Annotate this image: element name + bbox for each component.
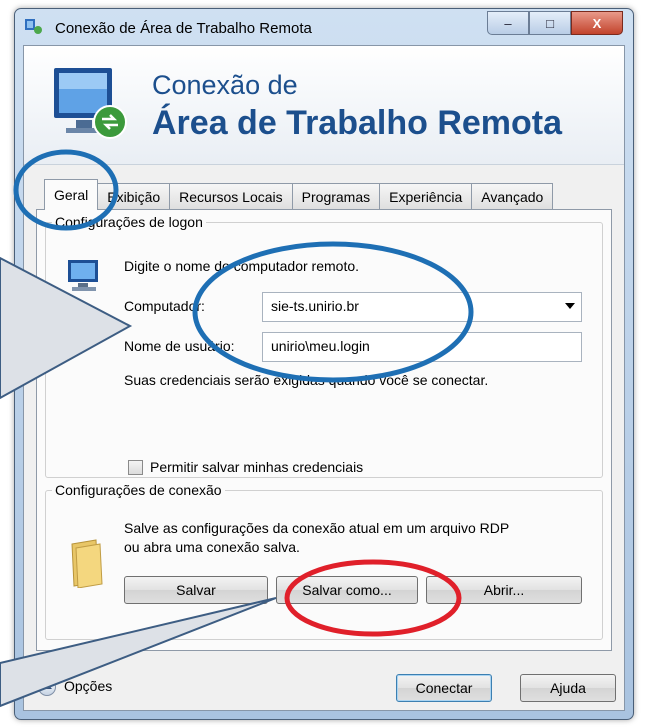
save-as-button[interactable]: Salvar como... bbox=[276, 576, 418, 604]
username-label: Nome de usuário: bbox=[124, 338, 235, 354]
maximize-button[interactable]: □ bbox=[529, 11, 571, 35]
window-title: Conexão de Área de Trabalho Remota bbox=[55, 20, 312, 37]
tab-avancado[interactable]: Avançado bbox=[471, 183, 554, 210]
computer-value: sie-ts.unirio.br bbox=[271, 298, 359, 314]
header-title-line2: Área de Trabalho Remota bbox=[152, 104, 563, 142]
computer-instruction: Digite o nome do computador remoto. bbox=[124, 258, 360, 274]
remote-desktop-icon bbox=[54, 68, 127, 139]
save-credentials-checkbox[interactable] bbox=[128, 460, 143, 475]
logon-settings-title: Configurações de logon bbox=[55, 214, 203, 230]
options-link[interactable]: Opções bbox=[64, 678, 112, 694]
connection-description-line2: ou abra uma conexão salva. bbox=[124, 539, 300, 555]
rdp-window: Conexão de Área de Trabalho Remota – □ X… bbox=[14, 8, 634, 720]
computer-combobox[interactable]: sie-ts.unirio.br bbox=[262, 292, 582, 322]
help-button[interactable]: Ajuda bbox=[520, 674, 616, 702]
tab-experiencia[interactable]: Experiência bbox=[379, 183, 473, 210]
credentials-note: Suas credenciais serão exigidas quando v… bbox=[124, 372, 489, 388]
minimize-button[interactable]: – bbox=[487, 11, 529, 35]
username-value: unirio\meu.login bbox=[271, 338, 370, 354]
open-button[interactable]: Abrir... bbox=[426, 576, 582, 604]
tab-geral[interactable]: Geral bbox=[44, 179, 99, 210]
close-button[interactable]: X bbox=[571, 11, 623, 35]
tab-exibicao[interactable]: Exibição bbox=[97, 183, 171, 210]
remote-desktop-icon bbox=[25, 19, 42, 34]
tab-recursos-locais[interactable]: Recursos Locais bbox=[169, 183, 293, 210]
connection-settings-group: Configurações de conexão Salve as config… bbox=[45, 482, 603, 640]
tab-panel-geral: Configurações de logon Digite o nome do … bbox=[36, 209, 612, 651]
dropdown-arrow-icon[interactable] bbox=[565, 303, 575, 309]
logon-settings-group: Configurações de logon Digite o nome do … bbox=[45, 214, 603, 478]
connection-description-line1: Salve as configurações da conexão atual … bbox=[124, 520, 510, 536]
title-bar[interactable]: Conexão de Área de Trabalho Remota – □ X bbox=[15, 9, 633, 45]
header-title-line1: Conexão de bbox=[152, 70, 298, 100]
tab-programas[interactable]: Programas bbox=[291, 183, 381, 210]
folder-icon bbox=[71, 539, 103, 588]
connect-button[interactable]: Conectar bbox=[396, 674, 492, 702]
save-button[interactable]: Salvar bbox=[124, 576, 268, 604]
header-banner: Conexão de Área de Trabalho Remota bbox=[24, 46, 624, 165]
options-toggle-icon[interactable] bbox=[38, 678, 56, 696]
username-input[interactable]: unirio\meu.login bbox=[262, 332, 582, 362]
save-credentials-label[interactable]: Permitir salvar minhas credenciais bbox=[150, 459, 363, 475]
tab-strip: Geral Exibição Recursos Locais Programas… bbox=[44, 178, 554, 210]
footer-bar: Opções Conectar Ajuda bbox=[24, 662, 624, 712]
computer-label: Computador: bbox=[124, 298, 205, 314]
computer-icon bbox=[68, 260, 98, 291]
connection-settings-title: Configurações de conexão bbox=[55, 482, 222, 498]
window-client: Conexão de Área de Trabalho Remota Geral… bbox=[23, 45, 625, 711]
